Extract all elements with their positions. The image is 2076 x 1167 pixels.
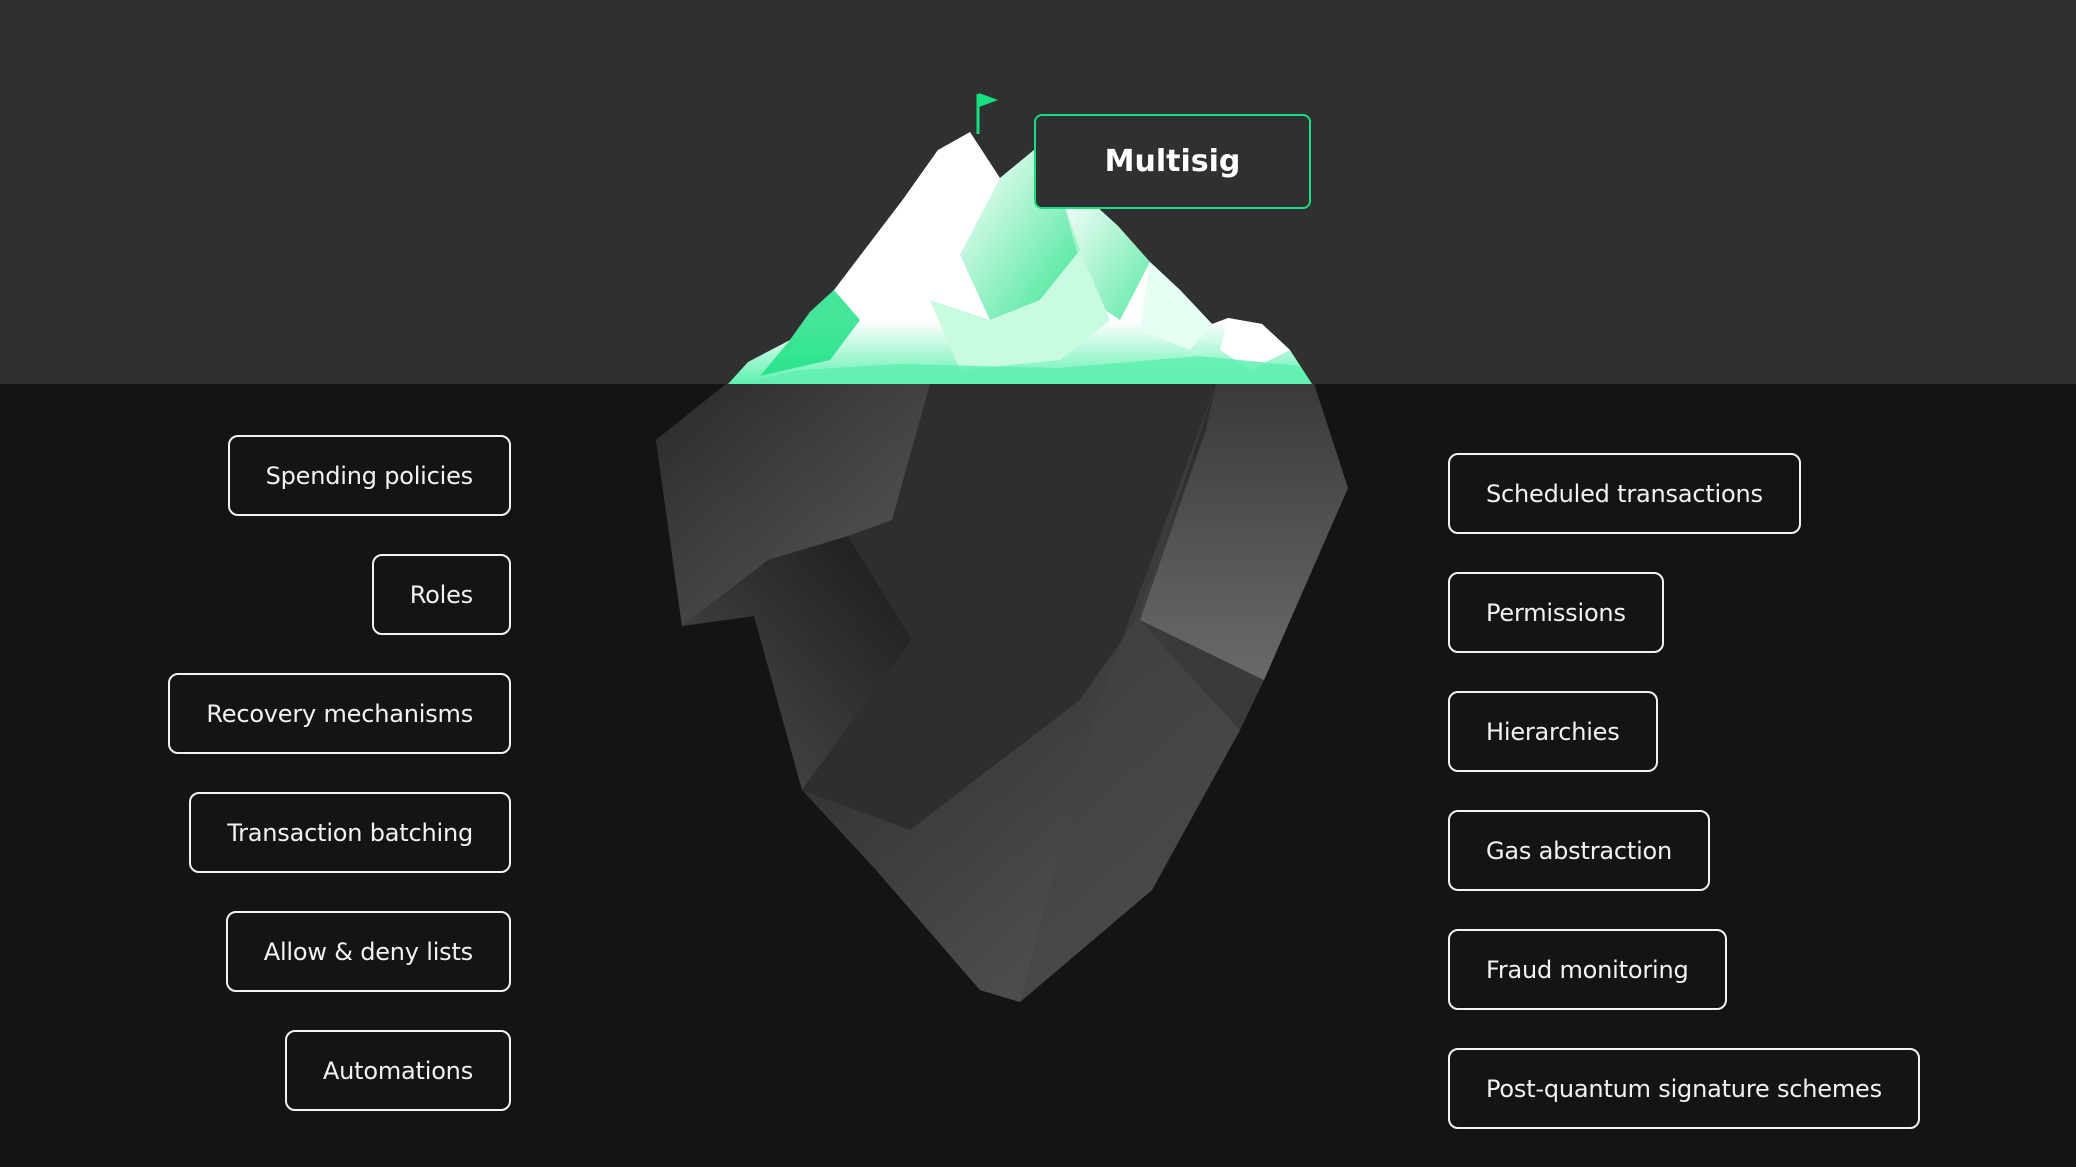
multisig-label: Multisig — [1034, 114, 1311, 209]
feature-transaction-batching: Transaction batching — [189, 792, 511, 873]
feature-recovery-mechanisms: Recovery mechanisms — [168, 673, 511, 754]
feature-roles: Roles — [371, 554, 511, 635]
flag-icon — [976, 93, 998, 134]
left-feature-list: Spending policies Roles Recovery mechani… — [168, 435, 511, 1149]
feature-allow-deny-lists: Allow & deny lists — [225, 911, 511, 992]
right-feature-list: Scheduled transactions Permissions Hiera… — [1448, 453, 1920, 1167]
feature-fraud-monitoring: Fraud monitoring — [1448, 929, 1727, 1010]
feature-spending-policies: Spending policies — [227, 435, 511, 516]
iceberg-underwater — [656, 384, 1348, 1002]
feature-hierarchies: Hierarchies — [1448, 691, 1658, 772]
feature-automations: Automations — [284, 1030, 511, 1111]
feature-post-quantum-signature-schemes: Post-quantum signature schemes — [1448, 1048, 1920, 1129]
feature-scheduled-transactions: Scheduled transactions — [1448, 453, 1801, 534]
feature-permissions: Permissions — [1448, 572, 1664, 653]
feature-gas-abstraction: Gas abstraction — [1448, 810, 1711, 891]
